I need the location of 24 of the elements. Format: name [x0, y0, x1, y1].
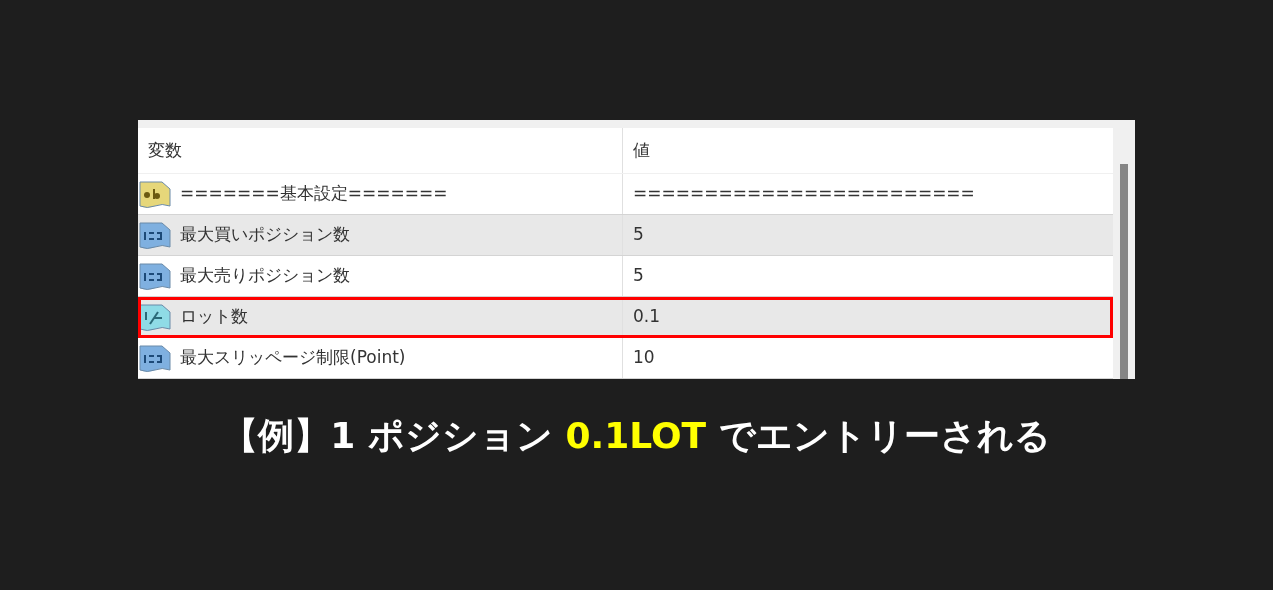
variable-name: 最大売りポジション数: [180, 264, 350, 288]
table-row[interactable]: 最大買いポジション数 5: [138, 215, 1113, 256]
value-cell-text: 5: [632, 264, 645, 288]
variable-name: 最大買いポジション数: [180, 223, 350, 247]
table-row[interactable]: ロット数 0.1: [138, 297, 1113, 338]
value-cell-text: ========================: [632, 182, 976, 206]
scrollbar[interactable]: [1113, 128, 1135, 379]
value-cell-text: 5: [632, 223, 645, 247]
column-header[interactable]: 値: [623, 128, 1113, 173]
table-row[interactable]: =======基本設定======= ========================: [138, 174, 1113, 215]
integer-type-icon: [138, 220, 172, 250]
variable-name: =======基本設定=======: [180, 182, 448, 206]
table-row[interactable]: 最大スリッページ制限(Point) 10: [138, 338, 1113, 379]
integer-type-icon: [138, 343, 172, 373]
variable-name: 最大スリッページ制限(Point): [180, 346, 406, 370]
value-cell-text: 0.1: [632, 305, 662, 329]
table-row[interactable]: 最大売りポジション数 5: [138, 256, 1113, 297]
text-type-icon: [138, 179, 172, 209]
value-cell-text: 10: [632, 346, 656, 370]
integer-type-icon: [138, 261, 172, 291]
caption: 【例】1 ポジション 0.1LOT でエントリーされる: [222, 414, 1051, 458]
fraction-type-icon: [138, 302, 172, 332]
column-header[interactable]: 変数: [138, 128, 623, 173]
variable-name: ロット数: [180, 305, 248, 329]
